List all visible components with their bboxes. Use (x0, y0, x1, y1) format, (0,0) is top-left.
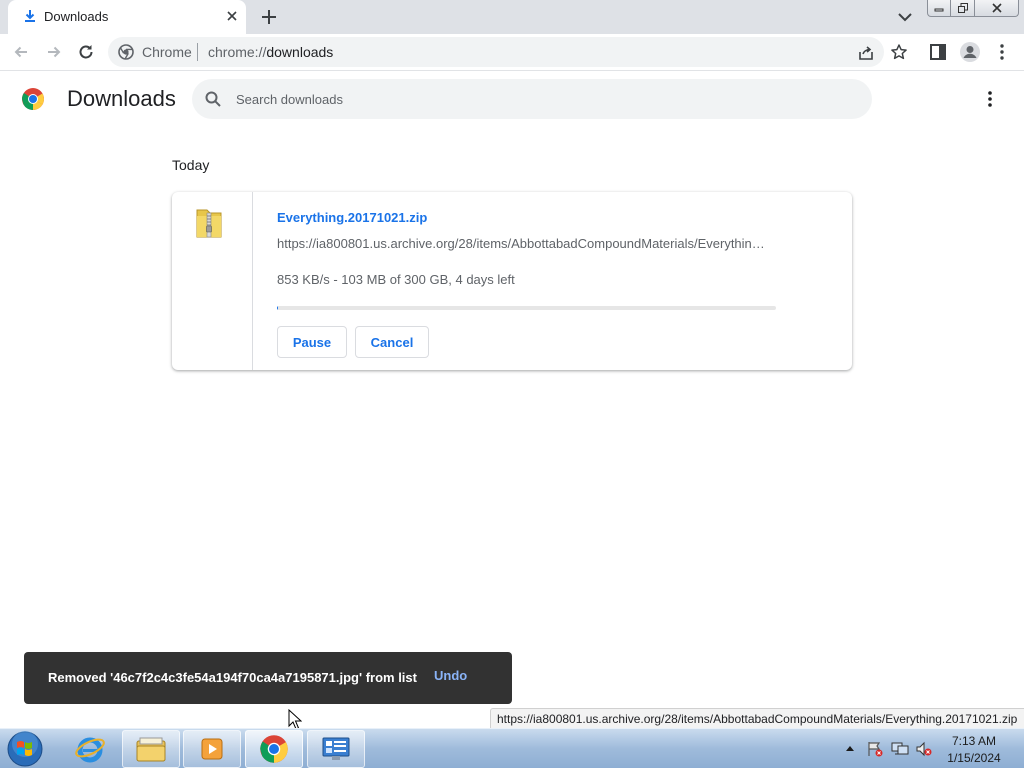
site-label: Chrome (142, 44, 192, 60)
omnibox-divider (197, 43, 198, 61)
toast-message: Removed '46c7f2c4c3fe54a194f70ca4a719587… (48, 670, 417, 685)
close-tab-icon[interactable] (223, 7, 241, 25)
browser-menu-icon[interactable] (995, 43, 1009, 61)
new-tab-icon[interactable] (259, 7, 279, 27)
tab-title: Downloads (44, 9, 109, 24)
url-host: downloads (266, 44, 334, 60)
share-icon[interactable] (857, 44, 875, 62)
side-panel-icon[interactable] (929, 43, 947, 61)
pause-button[interactable]: Pause (277, 326, 347, 358)
address-bar[interactable]: Chrome chrome://downloads (108, 37, 907, 67)
reload-icon[interactable] (76, 42, 96, 62)
toast-notification: Removed '46c7f2c4c3fe54a194f70ca4a719587… (24, 652, 512, 704)
restore-button[interactable] (951, 0, 975, 17)
download-status-text: 853 KB/s - 103 MB of 300 GB, 4 days left (277, 272, 515, 287)
page-title: Downloads (67, 86, 176, 111)
taskbar-chrome[interactable] (245, 730, 303, 768)
download-progress-bar (277, 306, 776, 310)
clock-date: 1/15/2024 (947, 751, 1001, 765)
show-hidden-icons-icon[interactable] (845, 744, 855, 752)
tab-strip: Downloads (0, 0, 1024, 34)
taskbar-file-explorer[interactable] (122, 730, 180, 768)
clock-time: 7:13 AM (951, 734, 997, 748)
search-input[interactable] (236, 79, 836, 119)
close-icon (991, 3, 1002, 13)
search-icon (205, 91, 221, 107)
undo-button[interactable]: Undo (434, 668, 467, 683)
more-actions-icon[interactable] (983, 89, 997, 109)
date-heading: Today (172, 157, 210, 173)
zip-folder-icon (196, 209, 222, 238)
bookmark-star-icon[interactable] (890, 43, 908, 61)
url-scheme: chrome:// (208, 44, 267, 60)
chrome-icon (260, 735, 288, 763)
profile-avatar-icon[interactable] (959, 41, 981, 63)
media-player-icon (201, 738, 223, 760)
file-icon-column (172, 192, 253, 370)
link-status-bubble: https://ia800801.us.archive.org/28/items… (490, 708, 1024, 728)
chrome-site-icon[interactable] (118, 44, 134, 60)
url-text: chrome://downloads (208, 44, 333, 60)
search-box[interactable] (192, 79, 872, 119)
volume-muted-icon[interactable] (915, 741, 933, 757)
close-window-button[interactable] (975, 0, 1019, 17)
taskbar-internet-explorer[interactable] (61, 730, 119, 768)
control-panel-icon (322, 737, 350, 760)
download-item-card: Everything.20171021.zip https://ia800801… (172, 192, 852, 370)
windows-taskbar: 7:13 AM 1/15/2024 (0, 728, 1024, 768)
back-arrow-icon[interactable] (11, 42, 31, 62)
internet-explorer-icon (75, 737, 105, 763)
minimize-button[interactable] (927, 0, 951, 17)
cancel-button[interactable]: Cancel (355, 326, 429, 358)
network-icon[interactable] (891, 741, 909, 757)
taskbar-media-player[interactable] (183, 730, 241, 768)
restore-icon (957, 3, 968, 13)
toolbar: Chrome chrome://downloads (0, 34, 1024, 71)
file-explorer-icon (136, 737, 166, 762)
mouse-cursor-icon (288, 709, 302, 730)
action-center-flag-icon[interactable] (866, 741, 884, 757)
download-icon (25, 10, 35, 22)
tab-downloads[interactable]: Downloads (8, 0, 246, 34)
start-orb-icon[interactable] (4, 730, 46, 768)
download-source-url[interactable]: https://ia800801.us.archive.org/28/items… (277, 236, 777, 251)
system-clock[interactable]: 7:13 AM 1/15/2024 (936, 733, 1012, 767)
chevron-down-icon[interactable] (895, 8, 915, 26)
minimize-icon (934, 8, 944, 12)
taskbar-control-panel[interactable] (307, 730, 365, 768)
forward-arrow-icon[interactable] (44, 42, 64, 62)
chrome-logo-icon (22, 88, 44, 110)
download-filename-link[interactable]: Everything.20171021.zip (277, 210, 427, 225)
window-controls (927, 0, 1019, 17)
